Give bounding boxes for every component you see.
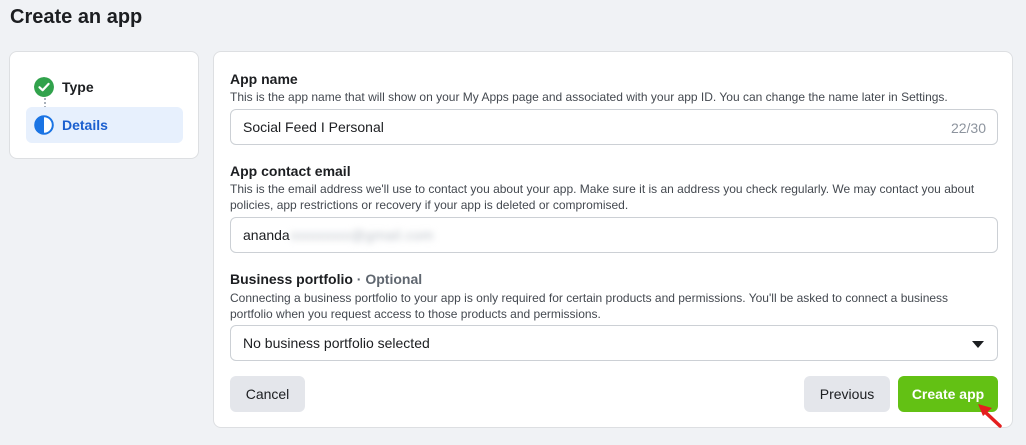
steps-panel: Type Details bbox=[9, 51, 199, 159]
create-app-form: App name This is the app name that will … bbox=[213, 51, 1013, 428]
app-name-input[interactable]: Social Feed I Personal 22/30 bbox=[230, 109, 998, 145]
optional-tag: · Optional bbox=[356, 271, 423, 287]
app-name-label: App name bbox=[230, 71, 298, 87]
contact-email-help: This is the email address we'll use to c… bbox=[230, 182, 975, 212]
business-portfolio-label-text: Business portfolio bbox=[230, 271, 353, 287]
business-portfolio-select[interactable]: No business portfolio selected bbox=[230, 325, 998, 361]
contact-email-value: ananda bbox=[243, 227, 290, 243]
page-title: Create an app bbox=[10, 6, 143, 28]
half-circle-icon bbox=[34, 115, 54, 135]
cancel-button[interactable]: Cancel bbox=[230, 376, 305, 412]
chevron-down-icon bbox=[972, 341, 984, 348]
redacted-email: xxxxxxxx@gmail.com bbox=[290, 227, 434, 243]
business-portfolio-label: Business portfolio · Optional bbox=[230, 271, 422, 287]
app-name-help: This is the app name that will show on y… bbox=[230, 90, 948, 104]
step-label-type: Type bbox=[62, 79, 94, 95]
step-details[interactable]: Details bbox=[26, 107, 183, 143]
check-circle-icon bbox=[34, 77, 54, 97]
contact-email-input[interactable]: ananda xxxxxxxx@gmail.com bbox=[230, 217, 998, 253]
contact-email-label: App contact email bbox=[230, 163, 351, 179]
app-name-value: Social Feed I Personal bbox=[243, 119, 384, 135]
business-portfolio-help: Connecting a business portfolio to your … bbox=[230, 291, 949, 321]
char-counter: 22/30 bbox=[950, 120, 986, 136]
step-type[interactable]: Type bbox=[26, 69, 183, 105]
annotation-arrow-icon bbox=[978, 404, 1002, 428]
step-label-details: Details bbox=[62, 117, 108, 133]
business-portfolio-value: No business portfolio selected bbox=[243, 335, 430, 351]
previous-button[interactable]: Previous bbox=[804, 376, 890, 412]
